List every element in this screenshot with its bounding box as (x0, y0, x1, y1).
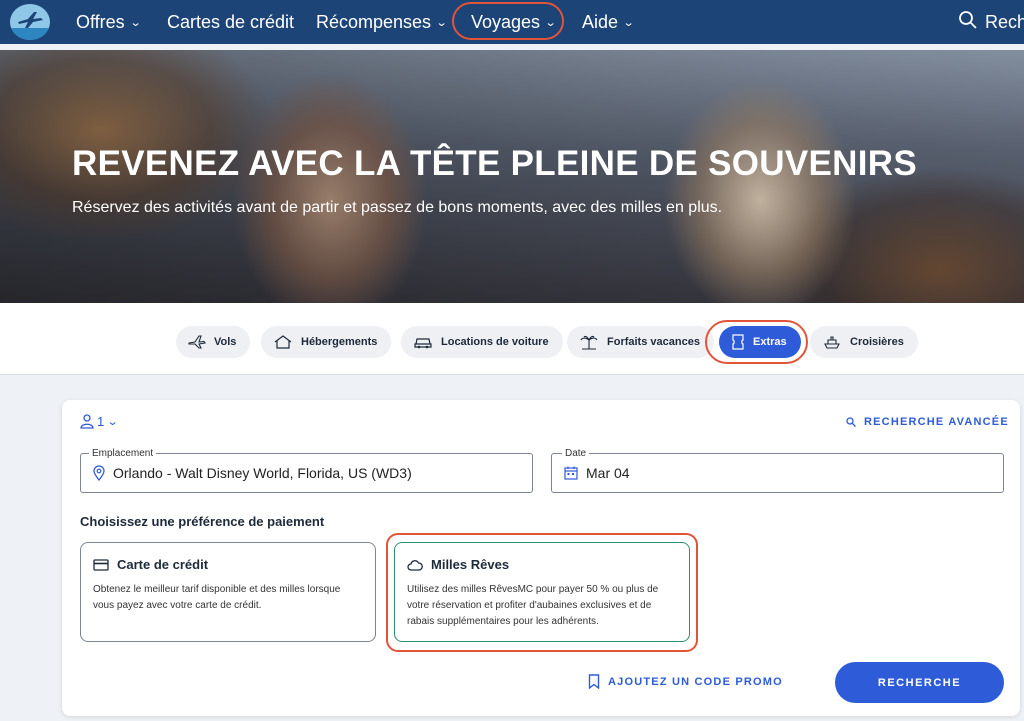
map-pin-icon (93, 465, 105, 481)
location-label: Emplacement (89, 448, 157, 459)
hero-banner: REVENEZ AVEC LA TÊTE PLEINE DE SOUVENIRS… (0, 50, 1024, 303)
search-icon (846, 417, 856, 427)
person-icon (80, 414, 94, 429)
date-value: Mar 04 (586, 465, 630, 481)
voyages-highlight-ring (452, 2, 564, 40)
nav-aide[interactable]: Aide ⌄ (582, 0, 635, 44)
milles-reves-highlight-ring (386, 533, 698, 652)
tab-vols[interactable]: Vols (176, 326, 251, 358)
tab-locations-de-voiture[interactable]: Locations de voiture (401, 326, 563, 358)
tab-hebergements[interactable]: Hébergements (261, 326, 392, 358)
search-submit-button[interactable]: RECHERCHE (835, 662, 1004, 703)
nav-search-label[interactable]: Rech (985, 0, 1024, 44)
extras-highlight-ring (705, 320, 808, 364)
chevron-down-icon: ⌄ (129, 16, 142, 29)
date-field[interactable]: Mar 04 (551, 453, 1004, 493)
nav-recompenses[interactable]: Récompenses ⌄ (316, 0, 448, 44)
nav-offres[interactable]: Offres ⌄ (76, 0, 142, 44)
car-icon (414, 338, 432, 349)
tab-forfaits-vacances[interactable]: Forfaits vacances (567, 326, 714, 358)
date-label: Date (562, 448, 590, 459)
house-icon (274, 335, 292, 349)
ship-icon (824, 336, 840, 349)
bookmark-icon (588, 674, 600, 689)
airplane-logo-icon[interactable] (10, 4, 50, 40)
chevron-down-icon: ⌄ (435, 16, 448, 29)
nav-cartes-de-credit[interactable]: Cartes de crédit (167, 0, 294, 44)
hero-title: REVENEZ AVEC LA TÊTE PLEINE DE SOUVENIRS (72, 144, 917, 183)
payment-option-credit-card[interactable]: Carte de crédit Obtenez le meilleur tari… (80, 542, 376, 642)
chevron-down-icon: ⌄ (622, 16, 635, 29)
add-promo-code-link[interactable]: AJOUTEZ UN CODE PROMO (588, 674, 783, 689)
calendar-icon (564, 466, 578, 480)
search-icon[interactable] (958, 10, 978, 30)
location-field[interactable]: Orlando - Walt Disney World, Florida, US… (80, 453, 533, 493)
hero-subtitle: Réservez des activités avant de partir e… (72, 199, 723, 216)
advanced-search-link[interactable]: RECHERCHE AVANCÉE (846, 416, 1009, 428)
traveler-count-selector[interactable]: 1 ⌄ (80, 413, 119, 429)
tab-croisieres[interactable]: Croisières (810, 326, 918, 358)
chevron-down-icon: ⌄ (106, 415, 119, 428)
payment-preference-title: Choisissez une préférence de paiement (80, 514, 325, 529)
plane-icon (188, 335, 206, 349)
palm-tree-icon (580, 335, 598, 350)
location-value: Orlando - Walt Disney World, Florida, US… (113, 465, 412, 481)
credit-card-icon (93, 558, 109, 571)
